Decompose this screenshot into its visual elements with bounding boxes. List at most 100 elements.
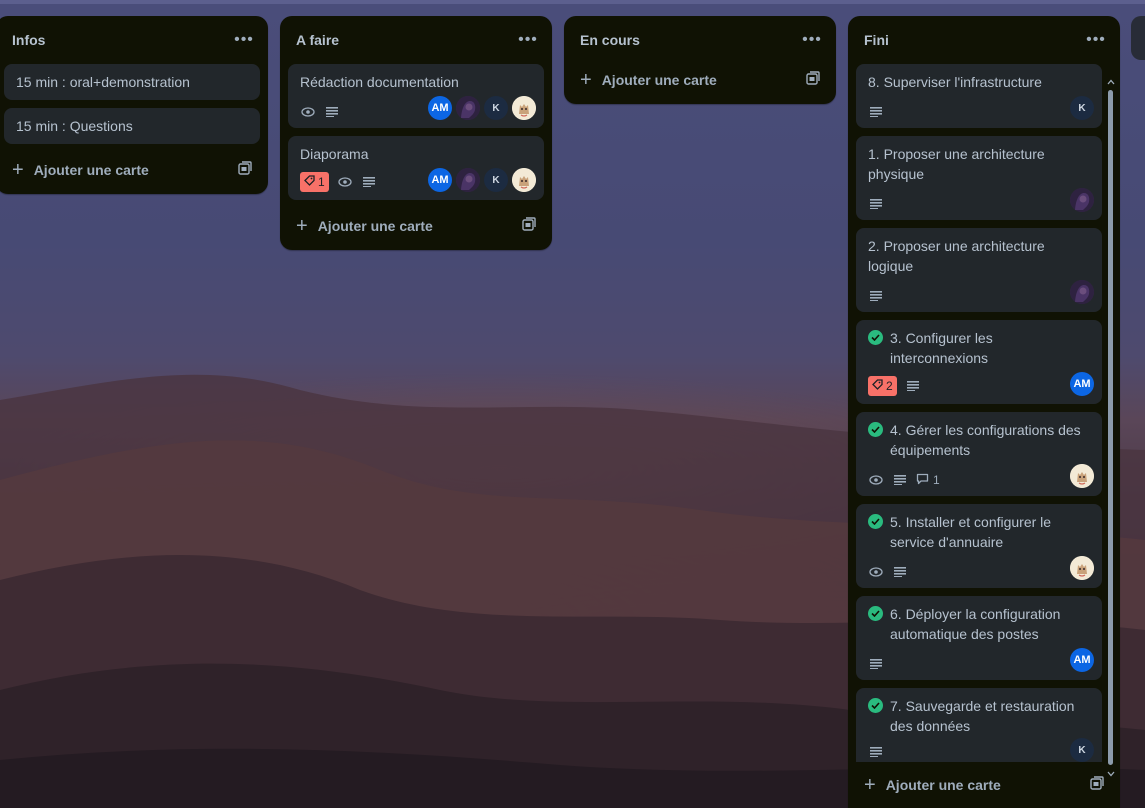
description-lines-icon (892, 564, 908, 580)
check-circle-icon[interactable] (868, 606, 883, 621)
description-lines-icon (868, 104, 884, 120)
card[interactable]: 2. Proposer une architecture logique (856, 228, 1102, 312)
avatar[interactable] (456, 168, 480, 192)
card[interactable]: Diaporama 1 AM K (288, 136, 544, 200)
avatar[interactable]: AM (428, 168, 452, 192)
add-card-label: Ajouter une carte (885, 777, 1001, 793)
description-lines-icon (868, 196, 884, 212)
avatar[interactable] (1070, 556, 1094, 580)
more-dots-icon[interactable]: ••• (232, 32, 256, 48)
scroll-up-icon[interactable] (1107, 78, 1115, 86)
card-badges: 1 (300, 172, 377, 192)
card-template-icon[interactable] (806, 70, 820, 90)
list-title[interactable]: Fini (864, 32, 889, 48)
plus-icon: + (12, 159, 24, 181)
tag-icon (304, 175, 315, 189)
avatar[interactable] (512, 96, 536, 120)
card-template-icon[interactable] (238, 160, 252, 180)
avatar[interactable]: AM (1070, 372, 1094, 396)
card-badges (300, 104, 340, 120)
add-card-button[interactable]: + Ajouter une carte (572, 64, 828, 96)
plus-icon: + (296, 215, 308, 237)
card-members: AM (1070, 372, 1094, 396)
more-dots-icon[interactable]: ••• (516, 32, 540, 48)
card-members (1070, 556, 1094, 580)
card-badges (868, 288, 884, 304)
add-card-label: Ajouter une carte (317, 218, 433, 234)
card[interactable]: Rédaction documentation AM K (288, 64, 544, 128)
card[interactable]: 5. Installer et configurer le service d'… (856, 504, 1102, 588)
list-title[interactable]: Infos (12, 32, 45, 48)
eye-icon (868, 564, 884, 580)
card-template-icon[interactable] (1090, 775, 1104, 795)
card-badges (868, 564, 908, 580)
add-card-button[interactable]: + Ajouter une carte (288, 210, 544, 242)
description-lines-icon (324, 104, 340, 120)
card-title: 7. Sauvegarde et restauration des donnée… (868, 696, 1090, 736)
description-lines-icon (868, 288, 884, 304)
list-fini: Fini ••• 8. Superviser l'infrastructure … (848, 16, 1120, 808)
check-circle-icon[interactable] (868, 514, 883, 529)
card-title-text: 6. Déployer la configuration automatique… (890, 606, 1061, 642)
card-members: AM (1070, 648, 1094, 672)
card-badges (868, 656, 884, 672)
more-dots-icon[interactable]: ••• (1084, 32, 1108, 48)
description-lines-icon (361, 174, 377, 190)
card-title: 6. Déployer la configuration automatique… (868, 604, 1090, 644)
avatar[interactable]: AM (1070, 648, 1094, 672)
list-title[interactable]: A faire (296, 32, 339, 48)
description-lines-icon (892, 472, 908, 488)
avatar[interactable] (512, 168, 536, 192)
card-members (1070, 280, 1094, 304)
card[interactable]: 15 min : Questions (4, 108, 260, 144)
avatar[interactable] (456, 96, 480, 120)
avatar[interactable] (1070, 188, 1094, 212)
card[interactable]: 3. Configurer les interconnexions 2 AM (856, 320, 1102, 404)
card-members: AM K (428, 96, 536, 120)
card-badges: 1 (868, 472, 940, 488)
check-circle-icon[interactable] (868, 330, 883, 345)
card-title: Diaporama (300, 146, 369, 162)
card[interactable]: 8. Superviser l'infrastructure K (856, 64, 1102, 128)
comment-badge: 1 (916, 473, 940, 488)
list-header: En cours ••• (564, 16, 836, 64)
card-badges (868, 744, 884, 760)
next-list-edge[interactable] (1131, 16, 1145, 60)
check-circle-icon[interactable] (868, 422, 883, 437)
card-title: 8. Superviser l'infrastructure (868, 74, 1042, 90)
label-count: 1 (318, 175, 325, 189)
check-circle-icon[interactable] (868, 698, 883, 713)
card[interactable]: 6. Déployer la configuration automatique… (856, 596, 1102, 680)
eye-icon (300, 104, 316, 120)
add-card-button[interactable]: + Ajouter une carte (4, 154, 260, 186)
avatar[interactable]: K (484, 168, 508, 192)
avatar[interactable]: K (1070, 96, 1094, 120)
avatar[interactable]: K (484, 96, 508, 120)
list-title[interactable]: En cours (580, 32, 640, 48)
card-title: 15 min : oral+demonstration (16, 74, 190, 90)
label-badge: 1 (300, 172, 329, 192)
avatar[interactable]: AM (428, 96, 452, 120)
card-template-icon[interactable] (522, 216, 536, 236)
add-card-button[interactable]: + Ajouter une carte (856, 769, 1112, 801)
card-title-text: 4. Gérer les configurations des équipeme… (890, 422, 1081, 458)
list-header: A faire ••• (280, 16, 552, 64)
card-title-text: 7. Sauvegarde et restauration des donnée… (890, 698, 1075, 734)
list-en-cours: En cours ••• + Ajouter une carte (564, 16, 836, 104)
list-scrollbar[interactable] (1107, 78, 1115, 778)
scrollbar-thumb[interactable] (1108, 90, 1113, 765)
more-dots-icon[interactable]: ••• (800, 32, 824, 48)
card-title: 3. Configurer les interconnexions (868, 328, 1090, 368)
card-title: 2. Proposer une architecture logique (868, 238, 1045, 274)
card[interactable]: 7. Sauvegarde et restauration des donnée… (856, 688, 1102, 762)
tag-icon (872, 379, 883, 393)
card[interactable]: 15 min : oral+demonstration (4, 64, 260, 100)
card[interactable]: 1. Proposer une architecture physique (856, 136, 1102, 220)
label-badge: 2 (868, 376, 897, 396)
card-title: 15 min : Questions (16, 118, 133, 134)
list-header: Fini ••• (848, 16, 1120, 64)
avatar[interactable] (1070, 280, 1094, 304)
avatar[interactable]: K (1070, 738, 1094, 762)
card[interactable]: 4. Gérer les configurations des équipeme… (856, 412, 1102, 496)
avatar[interactable] (1070, 464, 1094, 488)
